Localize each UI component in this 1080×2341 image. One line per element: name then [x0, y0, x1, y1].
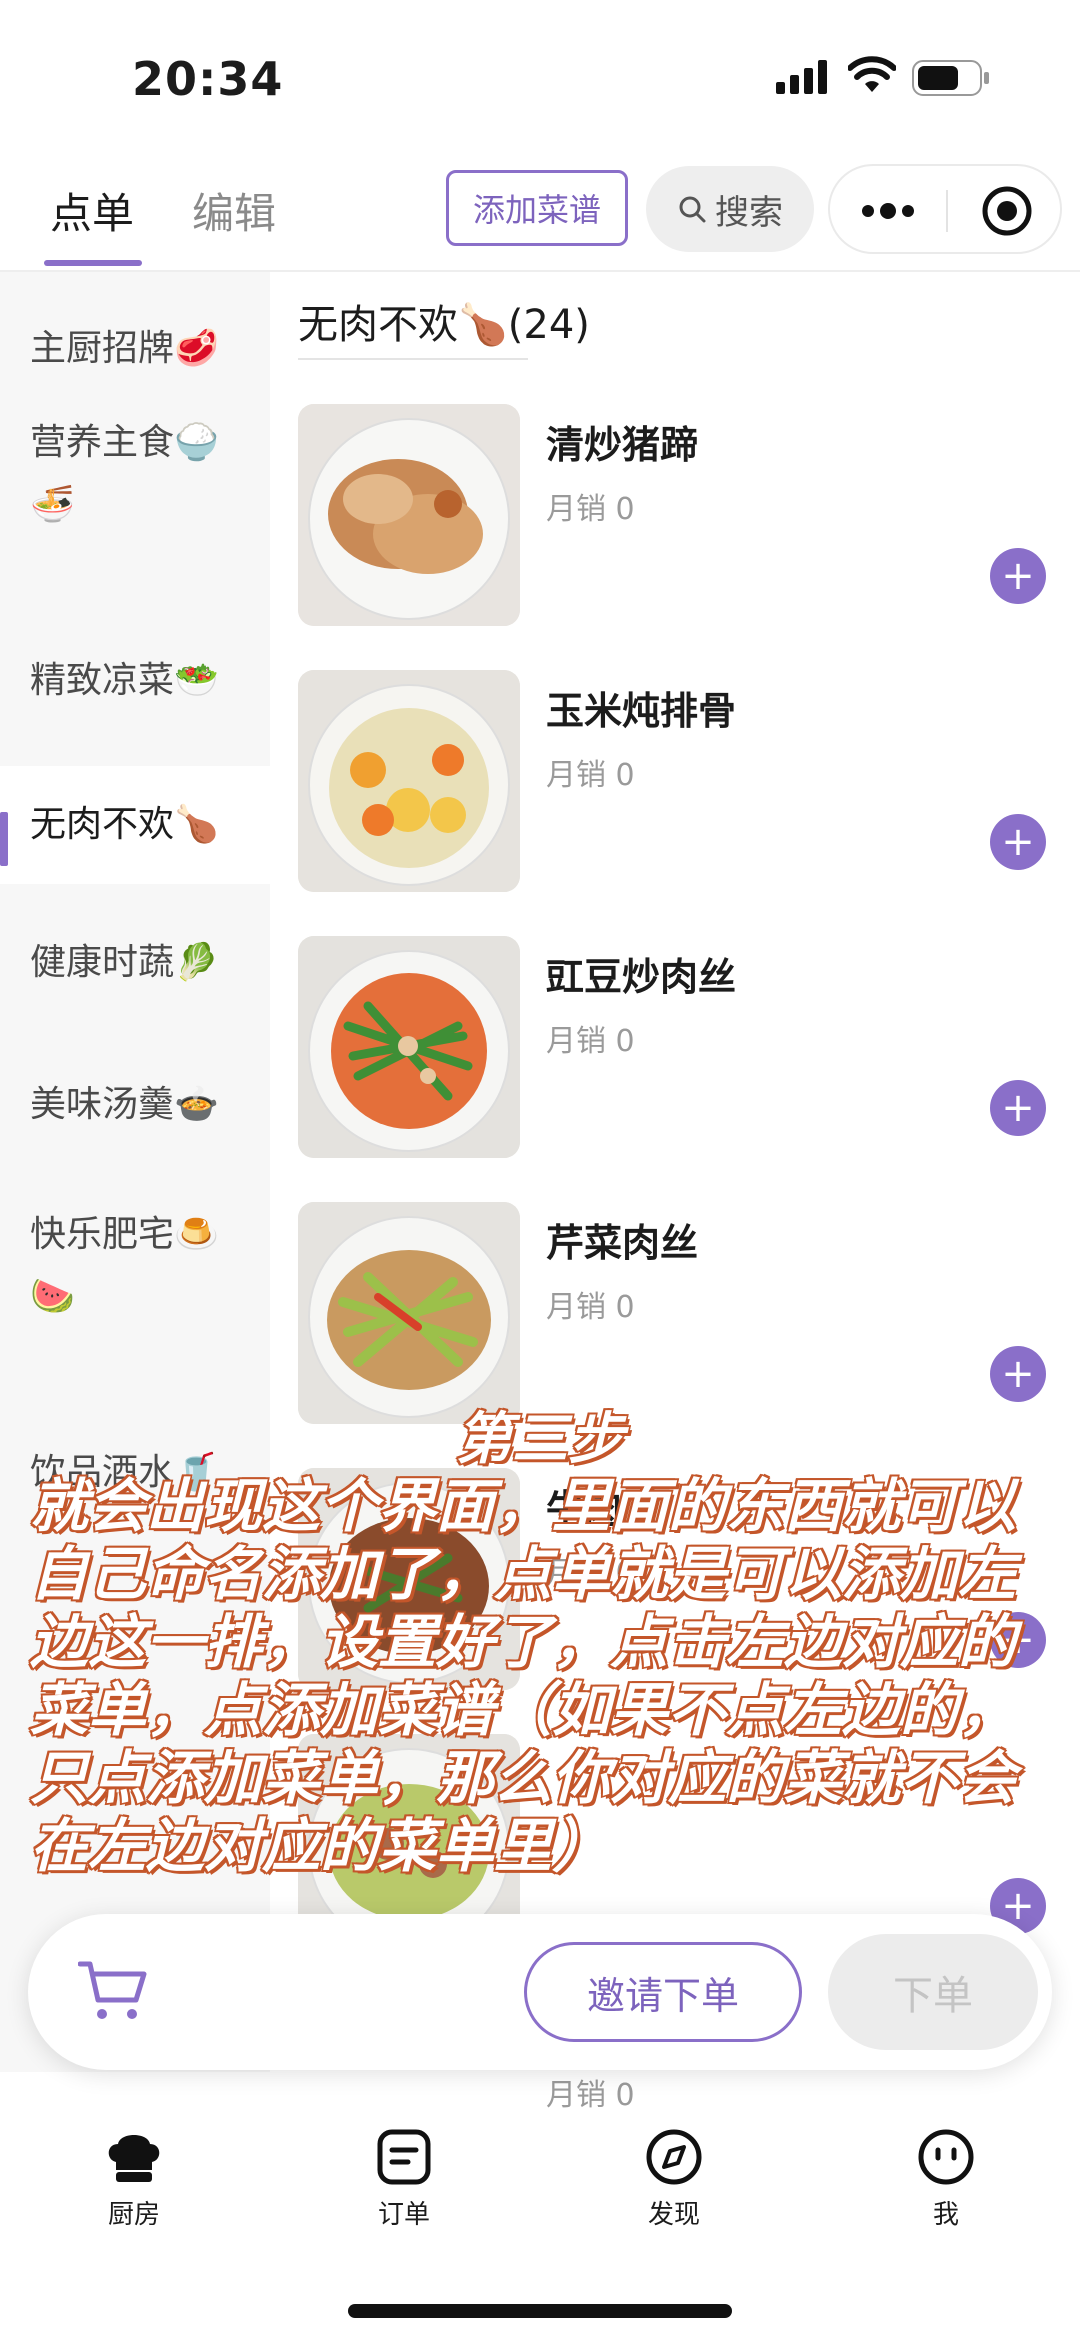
cart-icon[interactable]	[78, 1960, 148, 2022]
caption-title: 第三步	[455, 1406, 626, 1473]
caption-body: 就会出现这个界面，里面的东西就可以自己命名添加了，点单就是可以添加左边这一排，设…	[29, 1471, 1018, 1882]
battery-icon	[912, 60, 989, 96]
add-dish-button[interactable]: +	[990, 1346, 1046, 1402]
dish-image	[298, 670, 520, 892]
sidebar-item-snacks[interactable]: 快乐肥宅🍮🍉	[0, 1204, 250, 1328]
dish-image	[298, 1202, 520, 1424]
category-title: 无肉不欢🍗(24)	[298, 302, 590, 348]
dish-sales: 月销 0	[546, 758, 635, 793]
dish-name: 清炒猪蹄	[546, 423, 699, 467]
dish-sales: 月销 0	[546, 492, 635, 527]
sidebar-item-cold-dishes[interactable]: 精致凉菜🥗	[0, 650, 270, 712]
nav-item-discover[interactable]: 发现	[604, 2128, 744, 2231]
search-label: 搜索	[715, 192, 783, 233]
dish-sales: 月销 0	[546, 2078, 635, 2113]
tutorial-caption: 第三步 就会出现这个界面，里面的东西就可以自己命名添加了，点单就是可以添加左边这…	[20, 1406, 1060, 1882]
sidebar-item-signature[interactable]: 主厨招牌🥩	[0, 318, 270, 380]
search-button[interactable]: 搜索	[646, 166, 814, 252]
active-tab-underline	[44, 260, 142, 266]
cart-bar: 邀请下单 下单	[28, 1914, 1052, 2070]
nav-label: 订单	[377, 2200, 430, 2230]
nav-label: 我	[932, 2200, 959, 2230]
nav-label: 发现	[647, 2200, 700, 2230]
app-header: 点单 编辑 添加菜谱 搜索	[0, 160, 1080, 272]
add-dish-button[interactable]: +	[990, 1080, 1046, 1136]
home-indicator	[348, 2304, 732, 2318]
dish-item[interactable]: 清炒猪蹄 月销 0 +	[298, 404, 1058, 628]
tab-order[interactable]: 点单	[50, 180, 134, 241]
place-order-button[interactable]: 下单	[828, 1934, 1038, 2050]
sidebar-item-soup[interactable]: 美味汤羹🍲	[0, 1074, 270, 1136]
dish-name: 玉米炖排骨	[546, 689, 737, 733]
dish-item[interactable]: 豇豆炒肉丝 月销 0 +	[298, 936, 1058, 1160]
sidebar-item-vegetables[interactable]: 健康时蔬🥬	[0, 932, 270, 994]
dish-item[interactable]: 芹菜肉丝 月销 0 +	[298, 1202, 1058, 1426]
nav-item-kitchen[interactable]: 厨房	[64, 2128, 204, 2231]
more-icon[interactable]	[858, 194, 918, 228]
nav-item-orders[interactable]: 订单	[334, 2128, 474, 2231]
compass-icon	[646, 2129, 702, 2185]
active-category-indicator	[0, 812, 8, 866]
mini-program-capsule	[828, 164, 1062, 254]
status-bar: 20:34	[0, 0, 1080, 160]
order-icon	[377, 2129, 431, 2185]
tab-edit[interactable]: 编辑	[192, 180, 276, 241]
dish-sales: 月销 0	[546, 1024, 635, 1059]
sidebar-item-staple[interactable]: 营养主食🍚🍜	[0, 412, 250, 536]
add-recipe-button[interactable]: 添加菜谱	[446, 170, 628, 246]
dish-sales: 月销 0	[546, 1290, 635, 1325]
dish-name: 豇豆炒肉丝	[546, 955, 737, 999]
add-dish-button[interactable]: +	[990, 548, 1046, 604]
invite-order-button[interactable]: 邀请下单	[524, 1942, 802, 2042]
signal-icon	[776, 60, 827, 94]
close-target-icon[interactable]	[980, 184, 1034, 238]
sidebar-item-meat[interactable]: 无肉不欢🍗	[0, 766, 270, 884]
category-title-divider	[298, 358, 528, 360]
capsule-divider	[946, 190, 948, 232]
wifi-icon	[848, 56, 896, 92]
dish-name: 芹菜肉丝	[546, 1221, 699, 1265]
add-dish-button[interactable]: +	[990, 814, 1046, 870]
smiley-icon	[918, 2129, 974, 2185]
status-time: 20:34	[132, 52, 284, 106]
dish-image	[298, 936, 520, 1158]
nav-item-me[interactable]: 我	[876, 2128, 1016, 2231]
chef-hat-icon	[108, 2135, 160, 2182]
search-icon	[679, 196, 706, 223]
nav-label: 厨房	[107, 2200, 160, 2230]
dish-item[interactable]: 玉米炖排骨 月销 0 +	[298, 670, 1058, 894]
dish-image	[298, 404, 520, 626]
